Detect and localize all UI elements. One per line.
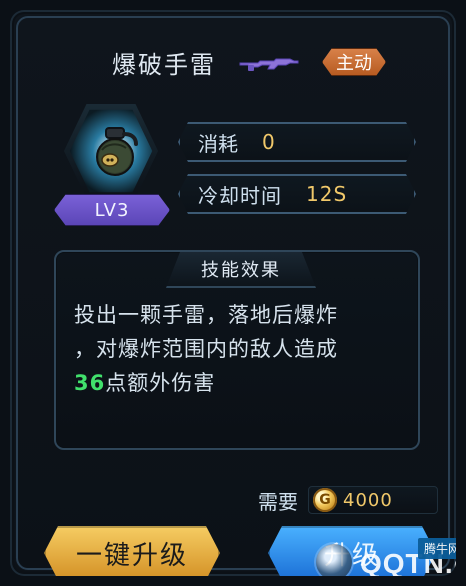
skill-title: 爆破手雷 — [112, 50, 216, 79]
skill-effect-panel: 技能效果 投出一颗手雷，落地后爆炸 ，对爆炸范围内的敌人造成 36点额外伤害 — [54, 250, 420, 450]
skill-header: 爆破手雷 主动 — [50, 36, 436, 88]
stat-cost-label: 消耗 — [198, 131, 238, 156]
skill-effect-line-3: 36点额外伤害 — [74, 366, 404, 400]
skill-icon-wrap: LV3 — [54, 102, 170, 232]
upgrade-cost-value: 4000 — [343, 489, 393, 511]
stat-cooldown-label: 冷却时间 — [198, 183, 282, 208]
skill-effect-text: 投出一颗手雷，落地后爆炸 ，对爆炸范围内的敌人造成 36点额外伤害 — [74, 298, 404, 400]
stat-cooldown: 冷却时间 12S — [178, 174, 416, 214]
skill-effect-line-2: ，对爆炸范围内的敌人造成 — [74, 337, 338, 361]
skill-effect-title: 技能效果 — [166, 252, 316, 288]
stat-cost-value: 0 — [262, 130, 276, 154]
upgrade-cost-label: 需要 — [258, 489, 298, 514]
upgrade-cost-box: G 4000 — [308, 486, 438, 514]
skill-effect-line-1: 投出一颗手雷，落地后爆炸 — [74, 303, 338, 327]
upgrade-button[interactable]: 升级 — [268, 526, 436, 576]
one-click-upgrade-button[interactable]: 一键升级 — [44, 526, 220, 576]
active-tag: 主动 — [322, 48, 386, 76]
rifle-icon — [238, 51, 300, 73]
skill-effect-damage-number: 36 — [74, 371, 106, 395]
skill-effect-damage-suffix: 点额外伤害 — [105, 371, 216, 395]
grenade-icon — [88, 124, 142, 180]
stat-cooldown-value: 12S — [306, 182, 348, 206]
upgrade-cost: 需要 G 4000 — [258, 484, 438, 516]
skill-level-badge: LV3 — [54, 194, 170, 226]
coin-icon: G — [313, 488, 337, 512]
skill-detail-panel: 爆破手雷 主动 LV3 消耗 0 冷却时间 12S 技能效果 投出一颗手雷，落地… — [10, 10, 456, 576]
stat-cost: 消耗 0 — [178, 122, 416, 162]
